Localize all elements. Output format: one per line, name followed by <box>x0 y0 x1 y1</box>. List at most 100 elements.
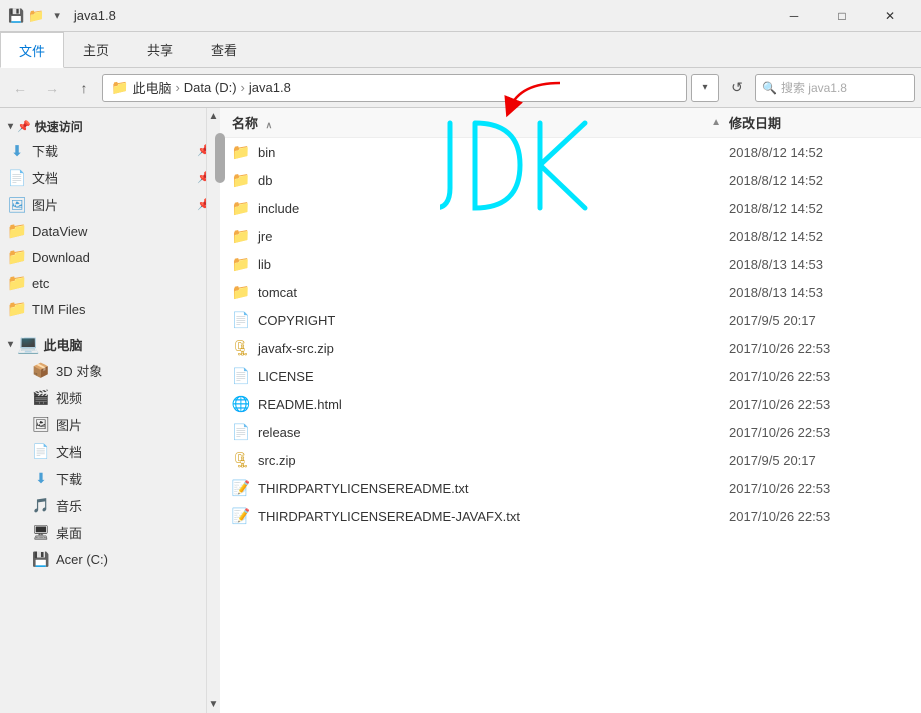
sidebar-item-acerc[interactable]: 💾 Acer (C:) <box>0 546 219 572</box>
tab-view[interactable]: 查看 <box>192 32 256 67</box>
file-date: 2017/10/26 22:53 <box>729 341 909 356</box>
this-pc-icon: 💻 <box>17 334 39 355</box>
sidebar-item-Download2[interactable]: 📁 Download <box>0 244 219 270</box>
sidebar-3d-label: 3D 对象 <box>56 361 102 380</box>
file-name: jre <box>258 229 721 244</box>
table-row[interactable]: 📄 COPYRIGHT 2017/9/5 20:17 <box>220 306 921 334</box>
sidebar-item-docs[interactable]: 📄 文档 📌 <box>0 164 219 191</box>
address-dropdown-button[interactable]: ▾ <box>691 74 719 102</box>
sidebar-item-pictures[interactable]: 🖼 图片 📌 <box>0 191 219 218</box>
sidebar-item-etc[interactable]: 📁 etc <box>0 270 219 296</box>
file-date: 2017/9/5 20:17 <box>729 453 909 468</box>
table-row[interactable]: 📁 jre 2018/8/12 14:52 <box>220 222 921 250</box>
table-row[interactable]: 📁 bin 2018/8/12 14:52 <box>220 138 921 166</box>
file-date: 2017/10/26 22:53 <box>729 509 909 524</box>
close-button[interactable]: ✕ <box>867 0 913 32</box>
this-pc-expand-arrow: ▾ <box>8 339 13 350</box>
file-date: 2018/8/13 14:53 <box>729 257 909 272</box>
tab-file[interactable]: 文件 <box>0 32 64 68</box>
table-row[interactable]: 📁 db 2018/8/12 14:52 <box>220 166 921 194</box>
search-box[interactable]: 🔍 搜索 java1.8 <box>755 74 915 102</box>
zip-icon: 🗜 <box>232 339 250 357</box>
sidebar-item-dataview[interactable]: 📁 DataView <box>0 218 219 244</box>
content-area: 名称 ∧ ▲ 修改日期 📁 bin 2018/8/12 14:52 📁 <box>220 108 921 713</box>
file-name: src.zip <box>258 453 721 468</box>
scroll-up-button[interactable]: ▲ <box>711 117 721 128</box>
title-bar-icons: 💾 📁 <box>8 8 44 24</box>
file-name: lib <box>258 257 721 272</box>
sidebar-scroll-down[interactable]: ▼ <box>207 696 221 713</box>
file-date: 2018/8/12 14:52 <box>729 145 909 160</box>
table-row[interactable]: 📄 release 2017/10/26 22:53 <box>220 418 921 446</box>
table-row[interactable]: 📝 THIRDPARTYLICENSEREADME-JAVAFX.txt 201… <box>220 502 921 530</box>
sidebar-video-label: 视频 <box>56 388 82 407</box>
sidebar-item-pictures2[interactable]: 🖼 图片 <box>0 411 219 438</box>
table-row[interactable]: 🗜 src.zip 2017/9/5 20:17 <box>220 446 921 474</box>
search-placeholder: 搜索 java1.8 <box>781 79 847 96</box>
sidebar-item-download3[interactable]: ⬇ 下载 <box>0 465 219 492</box>
file-icon: 📄 <box>232 423 250 441</box>
sidebar-etc-icon: 📁 <box>8 274 26 292</box>
title-bar: 💾 📁 ▾ java1.8 ─ □ ✕ <box>0 0 921 32</box>
file-date: 2018/8/13 14:53 <box>729 285 909 300</box>
address-path[interactable]: 📁 此电脑 › Data (D:) › java1.8 <box>102 74 687 102</box>
col-date-header[interactable]: 修改日期 <box>729 113 909 132</box>
table-row[interactable]: 📝 THIRDPARTYLICENSEREADME.txt 2017/10/26… <box>220 474 921 502</box>
file-name: db <box>258 173 721 188</box>
sidebar-item-download[interactable]: ⬇ 下载 📌 <box>0 137 219 164</box>
sidebar-item-timfiles[interactable]: 📁 TIM Files <box>0 296 219 322</box>
sidebar-desktop-label: 桌面 <box>56 523 82 542</box>
table-row[interactable]: 📁 lib 2018/8/13 14:53 <box>220 250 921 278</box>
sidebar-docs2-label: 文档 <box>56 442 82 461</box>
sidebar-item-video[interactable]: 🎬 视频 <box>0 384 219 411</box>
html-icon: 🌐 <box>232 395 250 413</box>
up-button[interactable]: ↑ <box>70 74 98 102</box>
col-name-header[interactable]: 名称 ∧ <box>232 113 711 132</box>
refresh-button[interactable]: ↺ <box>723 74 751 102</box>
table-row[interactable]: 🌐 README.html 2017/10/26 22:53 <box>220 390 921 418</box>
minimize-button[interactable]: ─ <box>771 0 817 32</box>
sidebar-item-desktop[interactable]: 🖥 桌面 <box>0 519 219 546</box>
table-row[interactable]: 📁 tomcat 2018/8/13 14:53 <box>220 278 921 306</box>
this-pc-header[interactable]: ▾ 💻 此电脑 <box>0 328 219 357</box>
table-row[interactable]: 🗜 javafx-src.zip 2017/10/26 22:53 <box>220 334 921 362</box>
sidebar-download-icon: ⬇ <box>8 142 26 160</box>
file-date: 2017/9/5 20:17 <box>729 313 909 328</box>
file-date: 2018/8/12 14:52 <box>729 201 909 216</box>
file-name: include <box>258 201 721 216</box>
sidebar-pictures-icon: 🖼 <box>8 196 26 214</box>
txt-icon: 📝 <box>232 507 250 525</box>
back-button[interactable]: ← <box>6 74 34 102</box>
forward-button[interactable]: → <box>38 74 66 102</box>
table-row[interactable]: 📁 include 2018/8/12 14:52 <box>220 194 921 222</box>
maximize-button[interactable]: □ <box>819 0 865 32</box>
sidebar-music-label: 音乐 <box>56 496 82 515</box>
sidebar-pictures-label: 图片 <box>32 195 58 214</box>
file-date: 2017/10/26 22:53 <box>729 481 909 496</box>
sidebar-scroll-up[interactable]: ▲ <box>207 108 221 125</box>
tab-home[interactable]: 主页 <box>64 32 128 67</box>
file-list: 📁 bin 2018/8/12 14:52 📁 db 2018/8/12 14:… <box>220 138 921 713</box>
file-name: THIRDPARTYLICENSEREADME.txt <box>258 481 721 496</box>
file-name: LICENSE <box>258 369 721 384</box>
file-name: COPYRIGHT <box>258 313 721 328</box>
sidebar-item-docs2[interactable]: 📄 文档 <box>0 438 219 465</box>
crumb-1: Data (D:) <box>184 80 237 95</box>
file-name: release <box>258 425 721 440</box>
table-row[interactable]: 📄 LICENSE 2017/10/26 22:53 <box>220 362 921 390</box>
sidebar-3d-icon: 📦 <box>32 362 50 380</box>
quick-access-header[interactable]: ▾ 📌 快速访问 <box>0 112 219 137</box>
file-name: javafx-src.zip <box>258 341 721 356</box>
sidebar-Download2-label: Download <box>32 250 90 265</box>
sidebar-item-music[interactable]: 🎵 音乐 <box>0 492 219 519</box>
sidebar-docs-label: 文档 <box>32 168 58 187</box>
tab-share[interactable]: 共享 <box>128 32 192 67</box>
crumb-2: java1.8 <box>249 80 291 95</box>
window-controls: ─ □ ✕ <box>771 0 913 32</box>
file-date: 2018/8/12 14:52 <box>729 173 909 188</box>
sidebar-timfiles-label: TIM Files <box>32 302 85 317</box>
sidebar-item-3d[interactable]: 📦 3D 对象 <box>0 357 219 384</box>
path-folder-icon: 📁 <box>111 79 128 96</box>
content-header: 名称 ∧ ▲ 修改日期 <box>220 108 921 138</box>
sidebar-pictures2-label: 图片 <box>56 415 82 434</box>
